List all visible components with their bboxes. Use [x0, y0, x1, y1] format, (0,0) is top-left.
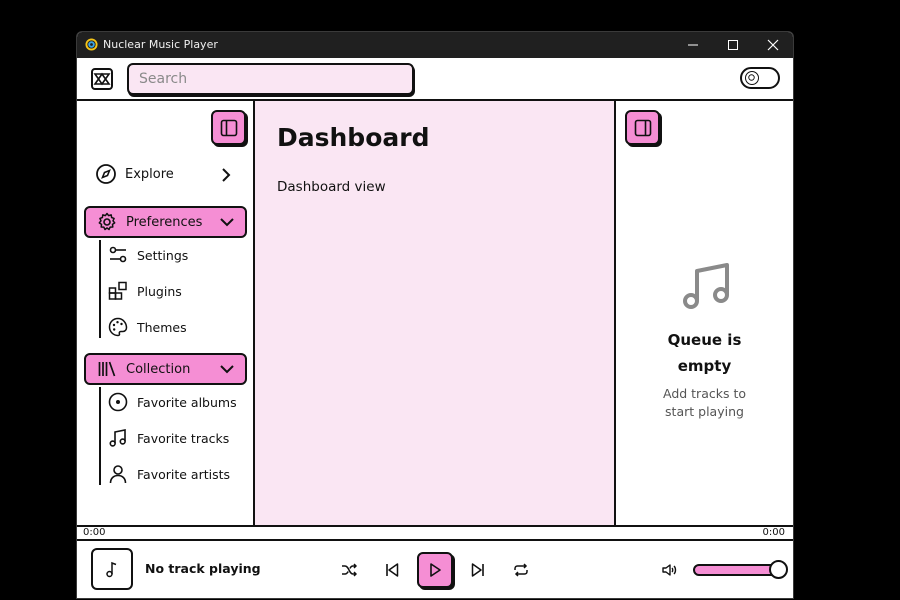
- submenu-line: [99, 387, 101, 485]
- group-label-preferences: Preferences: [126, 214, 203, 230]
- toggle-right-sidebar-button[interactable]: [625, 110, 660, 145]
- plugins-icon: [107, 280, 129, 302]
- shuffle-icon: [342, 563, 357, 577]
- search-input[interactable]: [127, 63, 414, 95]
- queue-panel: Queue is empty Add tracks to start playi…: [616, 101, 793, 525]
- music-note-icon: [107, 427, 129, 449]
- queue-empty-subtitle: Add tracks to start playing: [616, 385, 793, 421]
- sidebar-item-label: Favorite artists: [137, 466, 231, 482]
- minimize-button[interactable]: [673, 32, 713, 58]
- chevron-down-icon: [220, 218, 234, 227]
- sidebar-item-label: Explore: [125, 166, 174, 182]
- disc-icon: [107, 391, 129, 413]
- user-icon: [107, 463, 129, 485]
- left-sidebar: Explore Preferences Settings Plugins The…: [77, 101, 255, 525]
- chevron-right-icon[interactable]: [219, 168, 233, 182]
- sidebar-right-icon: [634, 119, 651, 136]
- main-content: Dashboard Dashboard view: [255, 101, 616, 525]
- time-total: 0:00: [762, 527, 785, 538]
- music-note-icon: [683, 263, 729, 309]
- nuclear-logo[interactable]: [91, 68, 113, 90]
- volume-slider-handle[interactable]: [769, 560, 788, 579]
- window-title: Nuclear Music Player: [103, 38, 218, 51]
- sidebar-item-label: Themes: [137, 319, 187, 335]
- music-note-icon: [106, 561, 117, 578]
- chevron-down-icon: [220, 365, 234, 374]
- queue-empty-title: Queue is empty: [616, 327, 793, 379]
- compass-icon: [95, 163, 117, 185]
- sidebar-left-icon: [220, 119, 237, 136]
- player-bar: No track playing: [77, 541, 793, 598]
- sidebar-item-themes[interactable]: Themes: [107, 316, 187, 338]
- library-icon: [96, 358, 118, 380]
- sidebar-group-collection[interactable]: Collection: [84, 353, 247, 385]
- previous-track-button[interactable]: [379, 557, 405, 583]
- sidebar-item-label: Favorite albums: [137, 394, 237, 410]
- sidebar-item-favorite-artists[interactable]: Favorite artists: [107, 463, 230, 485]
- theme-toggle[interactable]: [740, 67, 780, 89]
- sidebar-item-label: Settings: [137, 247, 189, 263]
- repeat-button[interactable]: [508, 557, 534, 583]
- volume-button[interactable]: [656, 557, 682, 583]
- sidebar-item-label: Plugins: [137, 283, 182, 299]
- app-window: Nuclear Music Player Search Explore Pref…: [76, 31, 794, 599]
- album-cover: [91, 548, 133, 590]
- sidebar-item-favorite-tracks[interactable]: Favorite tracks: [107, 427, 229, 449]
- close-button[interactable]: [753, 32, 793, 58]
- app-logo-icon: [85, 38, 98, 51]
- sidebar-item-label: Favorite tracks: [137, 430, 230, 446]
- time-elapsed: 0:00: [83, 527, 106, 538]
- nuclear-logo-icon: [93, 72, 111, 86]
- sidebar-item-settings[interactable]: Settings: [107, 244, 188, 266]
- skip-back-icon: [386, 563, 399, 577]
- now-playing-title: No track playing: [145, 561, 261, 576]
- seek-bar[interactable]: 0:00 0:00: [77, 525, 793, 541]
- palette-icon: [107, 316, 129, 338]
- sidebar-item-explore[interactable]: Explore: [95, 163, 174, 185]
- compass-small-icon: [748, 74, 755, 81]
- maximize-button[interactable]: [713, 32, 753, 58]
- gear-icon: [96, 211, 118, 233]
- sliders-icon: [107, 244, 129, 266]
- minimize-icon: [688, 44, 698, 46]
- title-bar: Nuclear Music Player: [77, 32, 793, 58]
- page-title: Dashboard: [277, 123, 430, 152]
- close-icon: [767, 39, 779, 51]
- queue-empty-title-text: Queue is empty: [667, 331, 742, 375]
- submenu-line: [99, 240, 101, 338]
- play-icon: [430, 563, 441, 577]
- skip-forward-icon: [471, 563, 484, 577]
- sidebar-group-preferences[interactable]: Preferences: [84, 206, 247, 238]
- top-bar: [77, 58, 793, 101]
- sidebar-item-favorite-albums[interactable]: Favorite albums: [107, 391, 237, 413]
- play-button[interactable]: [417, 552, 453, 588]
- next-track-button[interactable]: [465, 557, 491, 583]
- page-subtitle: Dashboard view: [277, 179, 386, 195]
- repeat-icon: [514, 563, 528, 577]
- sidebar-item-plugins[interactable]: Plugins: [107, 280, 182, 302]
- queue-empty-subtitle-text: Add tracks to start playing: [662, 386, 747, 419]
- group-label-collection: Collection: [126, 361, 191, 377]
- theme-toggle-knob: [745, 71, 759, 85]
- volume-icon: [662, 564, 677, 576]
- shuffle-button[interactable]: [336, 557, 362, 583]
- toggle-left-sidebar-button[interactable]: [211, 110, 246, 145]
- maximize-icon: [728, 40, 738, 50]
